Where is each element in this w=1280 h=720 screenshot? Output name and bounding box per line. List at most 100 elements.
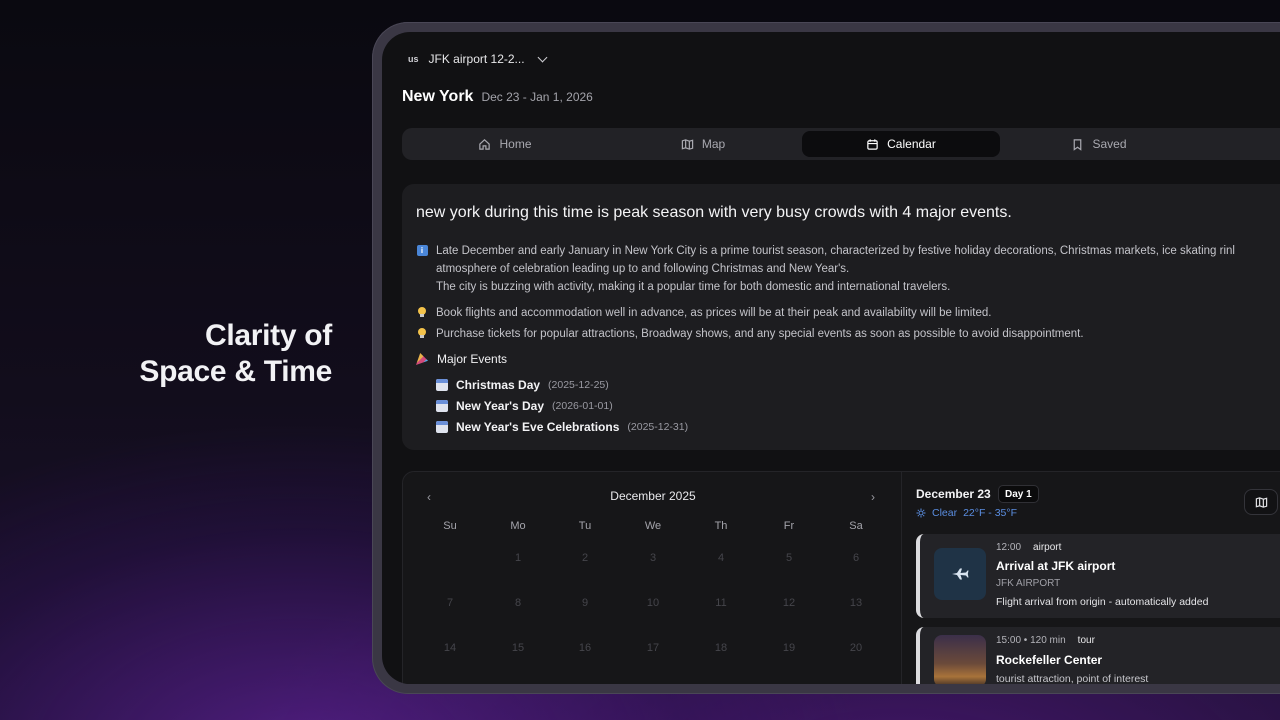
event-item[interactable]: New Year's Day (2026-01-01) bbox=[436, 399, 613, 413]
tagline-line-2: Space & Time bbox=[139, 355, 332, 388]
calendar-day[interactable]: 9 bbox=[570, 597, 600, 609]
event-date: (2025-12-25) bbox=[548, 379, 609, 391]
day-number-badge: Day 1 bbox=[998, 485, 1039, 503]
weekday-label: Su bbox=[443, 520, 457, 532]
item-category: airport bbox=[1033, 542, 1062, 553]
item-description: tourist attraction, point of interest bbox=[996, 673, 1149, 684]
info-icon: i bbox=[416, 245, 428, 256]
weekday-label: Sa bbox=[849, 520, 863, 532]
calendar-day[interactable]: 17 bbox=[638, 642, 668, 654]
party-popper-icon bbox=[416, 353, 428, 365]
calendar-day[interactable]: 8 bbox=[503, 597, 533, 609]
tip-bullet-2: Purchase tickets for popular attractions… bbox=[416, 325, 1084, 343]
major-events-title: Major Events bbox=[437, 352, 508, 366]
tablet-frame: us JFK airport 12-2... New York Dec 23 -… bbox=[372, 22, 1280, 694]
bookmark-icon bbox=[1074, 138, 1082, 151]
itinerary-date: December 23 bbox=[916, 487, 991, 501]
calendar-day[interactable]: 13 bbox=[841, 597, 871, 609]
item-description: Flight arrival from origin - automatical… bbox=[996, 596, 1209, 608]
calendar-day[interactable]: 14 bbox=[435, 642, 465, 654]
trip-selector[interactable]: us JFK airport 12-2... bbox=[408, 52, 548, 66]
weekday-label: Mo bbox=[510, 520, 526, 532]
major-events-heading: Major Events bbox=[416, 352, 507, 366]
calendar-day[interactable]: 5 bbox=[774, 552, 804, 564]
calendar-day[interactable]: 3 bbox=[638, 552, 668, 564]
event-item[interactable]: New Year's Eve Celebrations (2025-12-31) bbox=[436, 420, 688, 434]
calendar-day[interactable]: 15 bbox=[503, 642, 533, 654]
rockefeller-center-photo bbox=[934, 635, 986, 684]
tab-map[interactable]: Map bbox=[604, 131, 802, 157]
calendar-day[interactable]: 6 bbox=[841, 552, 871, 564]
info-bullet: i Late December and early January in New… bbox=[416, 242, 1235, 296]
calendar-day[interactable]: 7 bbox=[435, 597, 465, 609]
calendar-day[interactable]: 20 bbox=[841, 642, 871, 654]
tab-bar: Home Map Calendar Saved bbox=[402, 128, 1280, 160]
tab-saved-label: Saved bbox=[1092, 137, 1127, 151]
event-name: New Year's Day bbox=[456, 399, 545, 413]
info-line-3: The city is buzzing with activity, makin… bbox=[436, 281, 951, 293]
city-name: New York bbox=[402, 88, 474, 105]
tab-home[interactable]: Home bbox=[406, 131, 604, 157]
tab-calendar-label: Calendar bbox=[887, 137, 936, 151]
trip-dates: Dec 23 - Jan 1, 2026 bbox=[481, 90, 593, 104]
trip-name: JFK airport 12-2... bbox=[428, 52, 525, 66]
item-subtitle: JFK AIRPORT bbox=[996, 578, 1061, 589]
destination-header: New York Dec 23 - Jan 1, 2026 bbox=[402, 88, 593, 106]
next-month-button[interactable]: › bbox=[871, 490, 875, 504]
calendar-panel: ‹ December 2025 › Su Mo Tu We Th Fr Sa 1… bbox=[402, 471, 902, 684]
event-name: New Year's Eve Celebrations bbox=[456, 420, 620, 434]
calendar-day[interactable]: 10 bbox=[638, 597, 668, 609]
calendar-icon bbox=[436, 421, 448, 433]
calendar-day[interactable]: 1 bbox=[503, 552, 533, 564]
tab-calendar[interactable]: Calendar bbox=[802, 131, 1000, 157]
item-category: tour bbox=[1077, 635, 1095, 646]
country-flag: us bbox=[408, 54, 419, 64]
tab-more[interactable] bbox=[1202, 131, 1280, 157]
calendar-day[interactable]: 4 bbox=[706, 552, 736, 564]
tip-bullet-1: Book flights and accommodation well in a… bbox=[416, 304, 991, 322]
event-date: (2025-12-31) bbox=[627, 421, 689, 433]
tip-text: Book flights and accommodation well in a… bbox=[436, 307, 992, 319]
lightbulb-icon bbox=[418, 328, 426, 338]
calendar-day[interactable]: 18 bbox=[706, 642, 736, 654]
view-map-button[interactable] bbox=[1244, 489, 1278, 515]
item-time: 12:00 airport bbox=[996, 542, 1062, 553]
airplane-icon bbox=[934, 548, 986, 600]
tab-home-label: Home bbox=[499, 137, 532, 151]
calendar-day[interactable]: 19 bbox=[774, 642, 804, 654]
chevron-down-icon bbox=[537, 52, 548, 63]
weather-temperature: 22°F - 35°F bbox=[963, 507, 1018, 519]
calendar-day[interactable]: 2 bbox=[570, 552, 600, 564]
tip-text: Purchase tickets for popular attractions… bbox=[436, 328, 1084, 340]
itinerary-item[interactable]: 15:00 • 120 min tour Rockefeller Center t… bbox=[916, 627, 1280, 684]
weekday-label: Th bbox=[714, 520, 728, 532]
tab-saved[interactable]: Saved bbox=[1000, 131, 1198, 157]
weather-condition: Clear bbox=[932, 507, 958, 519]
lightbulb-icon bbox=[418, 307, 426, 317]
event-item[interactable]: Christmas Day (2025-12-25) bbox=[436, 378, 609, 392]
calendar-day[interactable]: 16 bbox=[570, 642, 600, 654]
info-line-2: atmosphere of celebration leading up to … bbox=[436, 263, 850, 275]
calendar-icon bbox=[867, 138, 878, 150]
calendar-day[interactable]: 11 bbox=[706, 597, 736, 609]
season-summary-card: new york during this time is peak season… bbox=[402, 184, 1280, 450]
sun-icon bbox=[916, 508, 926, 518]
tagline-line-1: Clarity of bbox=[204, 319, 332, 352]
weather-forecast: Clear 22°F - 35°F bbox=[916, 507, 1017, 519]
item-time: 15:00 • 120 min tour bbox=[996, 635, 1095, 646]
summary-headline: new york during this time is peak season… bbox=[416, 204, 1012, 221]
weekday-label: Fr bbox=[783, 520, 795, 532]
weekday-label: Tu bbox=[578, 520, 592, 532]
app-screen: us JFK airport 12-2... New York Dec 23 -… bbox=[382, 32, 1280, 684]
item-title: Rockefeller Center bbox=[996, 653, 1103, 667]
calendar-icon bbox=[436, 379, 448, 391]
calendar-day[interactable]: 12 bbox=[774, 597, 804, 609]
itinerary-item[interactable]: 12:00 airport Arrival at JFK airport JFK … bbox=[916, 534, 1280, 618]
weekday-label: We bbox=[644, 520, 662, 532]
day-itinerary-panel: December 23 Day 1 Clear 22°F - 35°F 12:0… bbox=[902, 471, 1280, 684]
info-line-1: Late December and early January in New Y… bbox=[436, 245, 1235, 257]
tab-map-label: Map bbox=[701, 137, 726, 151]
calendar-icon bbox=[436, 400, 448, 412]
home-icon bbox=[479, 138, 491, 150]
event-date: (2026-01-01) bbox=[552, 400, 613, 412]
